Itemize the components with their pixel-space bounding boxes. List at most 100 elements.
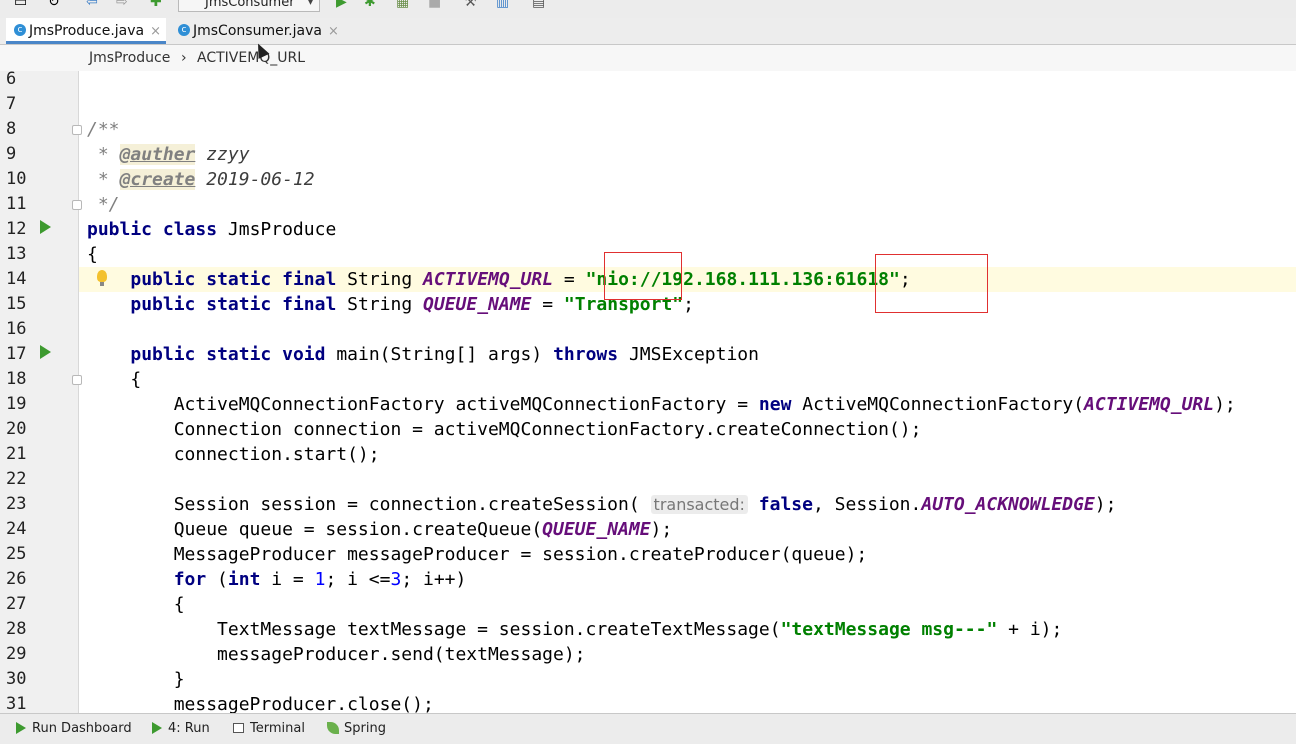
terminal-label: Terminal xyxy=(250,721,305,736)
run-icon[interactable]: ▶ xyxy=(336,0,347,10)
close-icon[interactable]: × xyxy=(328,24,339,39)
code-line: * @create 2019-06-12 xyxy=(79,167,1296,192)
comment-text: /** xyxy=(87,119,120,140)
line-number: 16 xyxy=(6,319,27,339)
run-configuration-select[interactable]: JmsConsumer ▾ xyxy=(178,0,320,12)
field-name: QUEUE_NAME xyxy=(542,519,651,540)
run-dashboard-button[interactable]: Run Dashboard xyxy=(16,720,132,738)
save-icon[interactable]: ▭ xyxy=(14,0,27,10)
field-name: AUTO_ACKNOWLEDGE xyxy=(921,494,1095,515)
code-line: Queue queue = session.createQueue(QUEUE_… xyxy=(79,517,1296,542)
sync-icon[interactable]: ↻ xyxy=(48,0,60,10)
code-line: public static void main(String[] args) t… xyxy=(79,342,1296,367)
breadcrumb-field[interactable]: ACTIVEMQ_URL xyxy=(197,45,305,71)
run-main-icon[interactable] xyxy=(40,345,51,359)
build-icon[interactable]: ✚ xyxy=(150,0,162,10)
project-structure-icon[interactable]: ⚒ xyxy=(464,0,477,10)
keyword: class xyxy=(162,219,218,240)
run-tool-label: 4: Run xyxy=(168,721,210,736)
line-number: 15 xyxy=(6,294,27,314)
string-literal: "Transport" xyxy=(563,294,684,315)
spring-leaf-icon xyxy=(327,721,339,734)
line-number: 21 xyxy=(6,444,27,464)
sdk-icon[interactable]: ▥ xyxy=(496,0,509,10)
close-icon[interactable]: × xyxy=(150,24,161,39)
coverage-icon[interactable]: ▦ xyxy=(396,0,409,10)
run-dashboard-icon xyxy=(16,721,26,734)
code-line: Connection connection = activeMQConnecti… xyxy=(79,417,1296,442)
field-name: QUEUE_NAME xyxy=(423,294,532,315)
semicolon: ; xyxy=(683,294,694,315)
line-number: 11 xyxy=(6,194,27,214)
number-literal: 3 xyxy=(390,569,402,590)
run-tool-button[interactable]: 4: Run xyxy=(152,720,210,738)
keyword: for xyxy=(173,569,207,590)
line-number: 28 xyxy=(6,619,27,639)
javadoc-value: 2019-06-12 xyxy=(206,169,315,190)
breadcrumb-separator: › xyxy=(181,50,187,66)
debug-icon[interactable]: ✱ xyxy=(364,0,376,10)
main-toolbar: ▭ ↻ ⇦ ⇨ ✚ JmsConsumer ▾ ▶ ✱ ▦ ■ ⚒ ▥ ▤ xyxy=(0,0,1296,18)
code-line: public static final String QUEUE_NAME = … xyxy=(79,292,1296,317)
brace: { xyxy=(130,369,142,390)
spring-button[interactable]: Spring xyxy=(327,720,386,738)
code-text: , Session. xyxy=(812,494,922,515)
line-number: 19 xyxy=(6,394,27,414)
code-line-current: public static final String ACTIVEMQ_URL … xyxy=(79,267,1296,292)
spring-label: Spring xyxy=(344,721,386,736)
run-config-label: JmsConsumer xyxy=(205,0,295,10)
code-text: Connection connection = activeMQConnecti… xyxy=(173,419,922,440)
keyword: public xyxy=(130,269,196,290)
line-number: 10 xyxy=(6,169,27,189)
keyword: new xyxy=(758,394,792,415)
code-line: ActiveMQConnectionFactory activeMQConnec… xyxy=(79,392,1296,417)
terminal-icon xyxy=(233,722,244,733)
line-number: 6 xyxy=(6,69,17,89)
javadoc-value: zzyy xyxy=(206,144,250,165)
back-arrow-icon[interactable]: ⇦ xyxy=(86,0,98,10)
code-line: { xyxy=(79,592,1296,617)
code-line: messageProducer.close(); xyxy=(79,692,1296,713)
code-text: ActiveMQConnectionFactory activeMQConnec… xyxy=(173,394,759,415)
code-text: Queue queue = session.createQueue( xyxy=(173,519,543,540)
tab-label: JmsConsumer.java xyxy=(193,23,322,39)
tab-jmsconsumer[interactable]: c JmsConsumer.java × xyxy=(170,18,342,44)
line-number: 9 xyxy=(6,144,17,164)
code-line: */ xyxy=(79,192,1296,217)
forward-arrow-icon[interactable]: ⇨ xyxy=(116,0,128,10)
java-class-icon: c xyxy=(14,24,26,36)
run-class-icon[interactable] xyxy=(40,220,51,234)
code-text: ); xyxy=(1094,494,1117,515)
keyword: public xyxy=(130,344,196,365)
code-text: connection.start(); xyxy=(173,444,380,465)
code-editor[interactable]: /** * @auther zzyy * @create 2019-06-12 … xyxy=(79,71,1296,713)
code-text: i = xyxy=(260,569,315,590)
keyword: static xyxy=(206,294,272,315)
layout-icon[interactable]: ▤ xyxy=(532,0,545,10)
run-icon xyxy=(152,721,162,734)
code-text: MessageProducer messageProducer = sessio… xyxy=(173,544,868,565)
string-literal: "textMessage msg---" xyxy=(780,619,998,640)
comment-text: * xyxy=(87,169,120,190)
keyword: static xyxy=(206,269,272,290)
code-text: messageProducer.close(); xyxy=(173,694,434,713)
code-line: { xyxy=(79,367,1296,392)
operator: = xyxy=(553,269,586,290)
chevron-down-icon: ▾ xyxy=(307,0,313,8)
keyword: static xyxy=(206,344,272,365)
keyword: final xyxy=(282,294,337,315)
tab-jmsproduce[interactable]: c JmsProduce.java × xyxy=(6,18,166,44)
keyword: public xyxy=(130,294,196,315)
code-line: * @auther zzyy xyxy=(79,142,1296,167)
code-line: public class JmsProduce xyxy=(79,217,1296,242)
stop-icon[interactable]: ■ xyxy=(428,0,441,10)
code-text: messageProducer.send(textMessage); xyxy=(217,644,586,665)
line-number-gutter: 6 7 8 9 10 11 12 13 14 15 16 17 18 19 20… xyxy=(0,69,82,714)
line-number: 20 xyxy=(6,419,27,439)
terminal-button[interactable]: Terminal xyxy=(233,720,305,738)
breadcrumb-class[interactable]: JmsProduce xyxy=(89,45,170,71)
tab-label: JmsProduce.java xyxy=(29,23,145,39)
code-line: messageProducer.send(textMessage); xyxy=(79,642,1296,667)
keyword: false xyxy=(758,494,813,515)
semicolon: ; xyxy=(899,269,911,290)
